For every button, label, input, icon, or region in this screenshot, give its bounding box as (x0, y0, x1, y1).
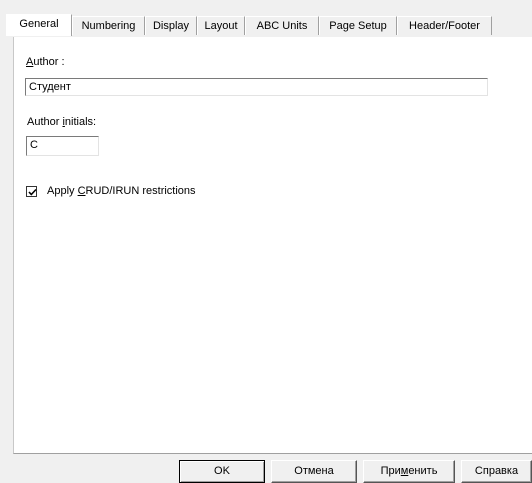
apply-crud-checkbox[interactable] (26, 186, 37, 197)
apply-crud-label-pre: Apply (47, 185, 78, 197)
tab-header-footer[interactable]: Header/Footer (397, 16, 492, 35)
ok-button[interactable]: OK (179, 460, 265, 483)
tab-general[interactable]: General (6, 14, 72, 36)
tab-header-footer-label: Header/Footer (409, 20, 480, 32)
author-field[interactable]: Студент (25, 78, 488, 96)
author-label-text: uthor : (33, 56, 65, 68)
tab-numbering-label: Numbering (81, 20, 136, 32)
author-initials-label-rest: nitials: (64, 116, 97, 128)
tab-page-setup[interactable]: Page Setup (319, 16, 397, 35)
tab-general-label: General (19, 18, 59, 30)
tab-display[interactable]: Display (145, 16, 197, 35)
author-label: Author : (26, 56, 65, 68)
author-initials-label-pre: Author (27, 116, 63, 128)
tab-abc-units-label: ABC Units (256, 20, 308, 32)
general-tab-panel (13, 37, 532, 454)
tab-display-label: Display (152, 20, 190, 32)
tab-numbering[interactable]: Numbering (72, 16, 145, 35)
author-initials-label: Author initials: (27, 116, 96, 128)
apply-button-rest: енить (408, 465, 438, 477)
tab-page-setup-label: Page Setup (329, 20, 387, 32)
tab-layout[interactable]: Layout (197, 16, 245, 35)
apply-crud-label: Apply CRUD/IRUN restrictions (47, 185, 196, 197)
tab-layout-label: Layout (204, 20, 238, 32)
options-dialog: General Numbering Display Layout ABC Uni… (0, 0, 532, 483)
tab-abc-units[interactable]: ABC Units (245, 16, 319, 35)
cancel-button[interactable]: Отмена (271, 460, 357, 483)
apply-button-pre: При (380, 465, 401, 477)
checkmark-icon (28, 188, 37, 196)
help-button[interactable]: Справка (461, 460, 532, 483)
apply-crud-label-rest: RUD/IRUN restrictions (85, 185, 196, 197)
apply-button[interactable]: Применить (363, 460, 455, 483)
author-initials-field[interactable]: C (26, 136, 99, 156)
apply-crud-label-mnemonic: C (77, 185, 86, 197)
